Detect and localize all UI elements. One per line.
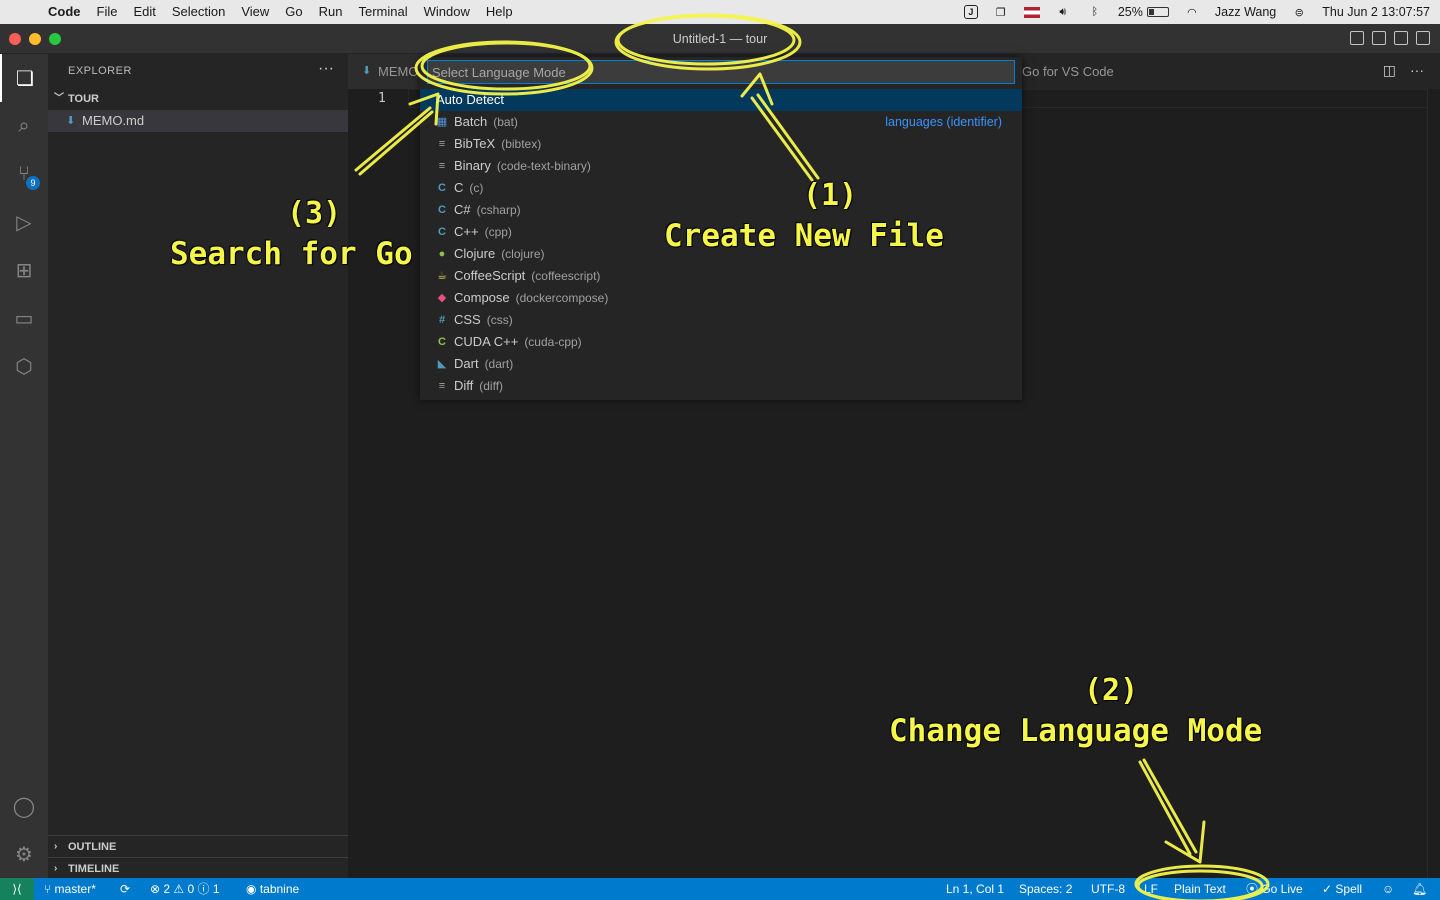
annotation-2-text: Change Language Mode: [889, 713, 1263, 749]
annotation-1-number: (1): [803, 178, 858, 213]
arrow-2b: [1138, 760, 1192, 856]
annotation-2-number: (2): [1084, 673, 1139, 708]
arrow-1b: [750, 96, 814, 182]
arrow-1: [740, 72, 820, 180]
highlight-title-circle-2: [616, 14, 796, 66]
annotation-3-number: (3): [287, 196, 342, 231]
arrow-3b: [358, 110, 434, 176]
annotation-overlay: [354, 13, 1270, 900]
highlight-language-circle-2: [1136, 869, 1264, 900]
annotation-1-text: Create New File: [664, 218, 944, 254]
arrow-2: [1142, 758, 1206, 864]
arrow-3: [354, 92, 440, 172]
annotation-3-text: Search for Go: [170, 236, 413, 272]
highlight-input-circle-2: [420, 41, 592, 91]
